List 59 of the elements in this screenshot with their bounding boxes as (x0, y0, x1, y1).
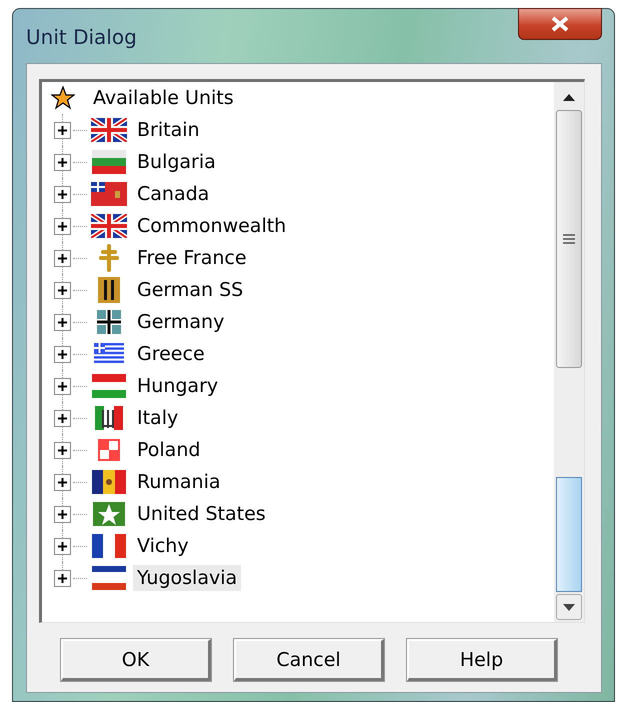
tree-item[interactable]: Canada (133, 181, 214, 207)
tree-item[interactable]: Commonwealth (133, 213, 290, 239)
union-flag-icon (91, 214, 127, 238)
star-icon (51, 86, 75, 110)
tree-item[interactable]: German SS (133, 277, 248, 303)
expand-icon[interactable] (54, 346, 71, 362)
tricolour-flag-icon (92, 470, 126, 494)
tree-item[interactable]: Italy (133, 405, 182, 431)
expand-icon[interactable] (54, 154, 71, 170)
expand-icon[interactable] (54, 186, 71, 202)
dialog-button[interactable]: Help (407, 639, 557, 681)
tree-item[interactable]: Yugoslavia (133, 565, 242, 591)
striped-flag-icon (94, 343, 124, 365)
tricolour-flag-icon (92, 566, 126, 590)
window-title: Unit Dialog (26, 25, 137, 49)
expand-icon[interactable] (54, 410, 71, 426)
scroll-thumb[interactable] (556, 110, 582, 368)
close-icon (550, 16, 570, 32)
tree-item[interactable]: Hungary (133, 373, 222, 399)
tree-item[interactable]: Britain (133, 117, 204, 143)
dialog-button[interactable]: OK (61, 639, 211, 681)
expand-icon[interactable] (54, 218, 71, 234)
expand-icon[interactable] (54, 474, 71, 490)
star-emblem-icon (93, 502, 125, 526)
tricolour-flag-icon (92, 150, 126, 174)
tree-item[interactable]: Vichy (133, 533, 193, 559)
dialog-button[interactable]: Cancel (234, 639, 384, 681)
grip-icon (563, 234, 575, 244)
ensign-flag-icon (91, 182, 127, 206)
down-arrow-icon (563, 604, 575, 610)
close-button[interactable] (518, 8, 602, 40)
expand-icon[interactable] (54, 506, 71, 522)
tree-item[interactable]: United States (133, 501, 270, 527)
cross-of-lorraine-icon (97, 244, 121, 272)
expand-icon[interactable] (54, 570, 71, 586)
striped-emblem-icon (98, 277, 120, 303)
tree-item[interactable]: Rumania (133, 469, 225, 495)
cross-emblem-icon (97, 310, 121, 334)
tree-item[interactable]: Bulgaria (133, 149, 220, 175)
checkered-emblem-icon (98, 439, 120, 461)
tree-item[interactable]: Poland (133, 437, 204, 463)
tree-item[interactable]: Greece (133, 341, 209, 367)
tree-item[interactable]: Germany (133, 309, 228, 335)
tricolour-flag-icon (95, 406, 123, 430)
expand-icon[interactable] (54, 378, 71, 394)
expand-icon[interactable] (54, 122, 71, 138)
tree-item[interactable]: Free France (133, 245, 251, 271)
expand-icon[interactable] (54, 250, 71, 266)
scrollbar[interactable] (554, 82, 584, 622)
tricolour-flag-icon (92, 534, 126, 558)
expand-icon[interactable] (54, 314, 71, 330)
expand-icon[interactable] (54, 442, 71, 458)
union-flag-icon (91, 118, 127, 142)
scroll-down-button[interactable] (556, 594, 582, 620)
tree-root[interactable]: Available Units (89, 85, 238, 111)
up-arrow-icon (563, 94, 575, 100)
tricolour-flag-icon (92, 374, 126, 398)
expand-icon[interactable] (54, 538, 71, 554)
expand-icon[interactable] (54, 282, 71, 298)
